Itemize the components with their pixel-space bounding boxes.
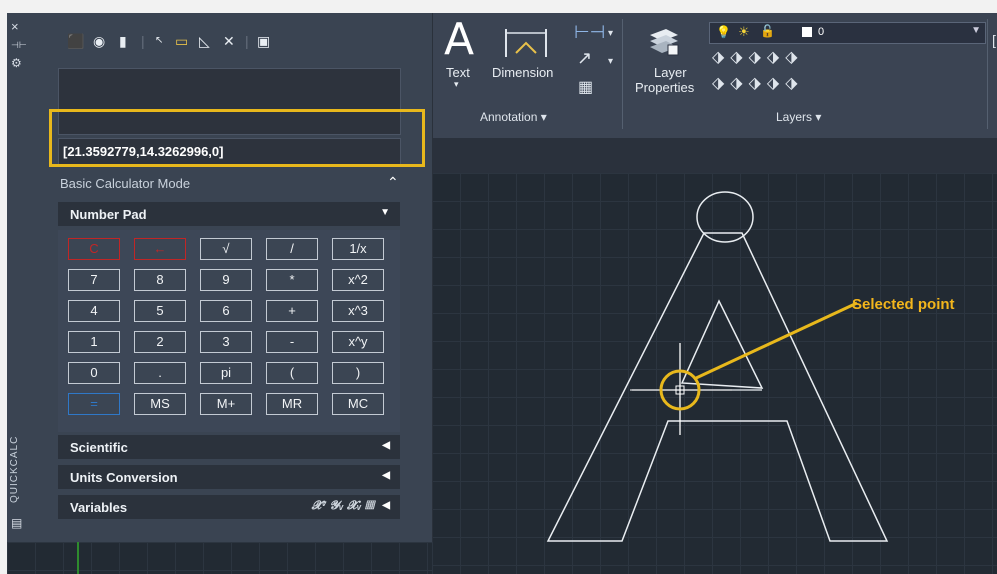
letter-a-drawing <box>546 191 889 542</box>
variables-section[interactable]: Variables 𝓧ᵛ 𝓨ᵥ 𝓧ᵥ ▦ ◀ <box>58 495 400 519</box>
layer-tools-row2-icons[interactable]: ⬗⬗⬗⬗⬗ <box>712 76 804 92</box>
history-icon[interactable]: ◉ <box>93 33 105 49</box>
key-button[interactable]: 4 <box>68 300 120 322</box>
layer-lock-icon: 🔓 <box>760 24 775 38</box>
key-button[interactable]: MR <box>266 393 318 415</box>
chevron-left-icon: ◀ <box>382 500 390 511</box>
toolbar-separator-2: | <box>245 33 249 49</box>
section-label: Units Conversion <box>70 470 178 485</box>
layer-properties-label-2[interactable]: Properties <box>635 80 694 95</box>
number-pad-label: Number Pad <box>70 207 147 222</box>
key-button[interactable]: C <box>68 238 120 260</box>
layer-value: 0 <box>818 26 825 38</box>
key-button[interactable]: MS <box>134 393 186 415</box>
palette-title: QUICKCALC <box>9 435 20 503</box>
chevron-left-icon: ◀ <box>382 470 390 481</box>
layer-tools-row1-icons[interactable]: ⬗⬗⬗⬗⬗ <box>712 50 804 66</box>
text-tool-label[interactable]: Text <box>446 65 470 80</box>
key-button[interactable]: 2 <box>134 331 186 353</box>
key-button[interactable]: MC <box>332 393 384 415</box>
layer-color-swatch <box>802 27 812 37</box>
key-button[interactable]: . <box>134 362 186 384</box>
calculator-icon[interactable]: ▤ <box>11 517 22 529</box>
layer-freeze-icon: ☀ <box>738 24 750 39</box>
toolbar-separator: | <box>141 33 145 49</box>
ribbon-separator-2 <box>987 19 988 129</box>
units-conversion-section[interactable]: Units Conversion ◀ <box>58 465 400 489</box>
key-button[interactable]: 6 <box>200 300 252 322</box>
key-button[interactable]: 8 <box>134 269 186 291</box>
key-button[interactable]: ) <box>332 362 384 384</box>
tab-strip <box>432 138 997 173</box>
key-button[interactable]: 0 <box>68 362 120 384</box>
key-button[interactable]: x^2 <box>332 269 384 291</box>
key-button[interactable]: 5 <box>134 300 186 322</box>
ribbon: A Text ▾ Dimension ⊢⊣ ▾ ↗ ▾ ▦ Layer Prop… <box>432 13 997 139</box>
chevron-left-icon: ◀ <box>382 440 390 451</box>
annotation-group-label[interactable]: Annotation ▾ <box>480 110 547 124</box>
linear-dropdown-icon[interactable]: ▾ <box>608 27 613 41</box>
calculator-mode-label: Basic Calculator Mode <box>60 176 191 191</box>
key-button[interactable]: = <box>68 393 120 415</box>
quickcalc-palette: ⬛ ◉ ▮ | ↖ ▭ ◺ ✕ | ▣ [21.3592779,14.32629… <box>27 13 433 542</box>
paste-icon[interactable]: ▮ <box>119 33 127 49</box>
drawing-canvas-bottom[interactable] <box>7 542 432 574</box>
key-button[interactable]: x^3 <box>332 300 384 322</box>
number-pad-header[interactable]: Number Pad ▼ <box>58 202 400 226</box>
layer-dropdown[interactable]: 💡 ☀ 🔓 0 ▼ <box>709 22 986 44</box>
selected-point-callout: Selected point <box>852 296 955 313</box>
layer-on-icon: 💡 <box>716 25 731 39</box>
key-button[interactable]: 1 <box>68 331 120 353</box>
key-button[interactable]: √ <box>200 238 252 260</box>
key-button[interactable]: 9 <box>200 269 252 291</box>
key-button[interactable]: ← <box>134 238 186 260</box>
get-coordinates-icon[interactable]: ↖ <box>155 33 163 49</box>
key-button[interactable]: pi <box>200 362 252 384</box>
text-dropdown-arrow[interactable]: ▾ <box>454 79 459 90</box>
key-button[interactable]: ( <box>266 362 318 384</box>
scientific-section[interactable]: Scientific ◀ <box>58 435 400 459</box>
y-axis-line <box>77 542 79 574</box>
distance-icon[interactable]: ▭ <box>175 33 188 49</box>
key-button[interactable]: 1/x <box>332 238 384 260</box>
help-icon[interactable]: ▣ <box>257 33 270 49</box>
layer-properties-label-1[interactable]: Layer <box>654 65 687 80</box>
next-group-icon[interactable]: [ <box>992 33 996 47</box>
angle-icon[interactable]: ◺ <box>199 33 210 49</box>
linear-dimension-icon[interactable]: ⊢⊣ <box>574 23 605 41</box>
chevron-down-icon: ▼ <box>380 207 390 218</box>
leader-dropdown-icon[interactable]: ▾ <box>608 55 613 69</box>
ribbon-separator <box>622 19 623 129</box>
dimension-tool-label[interactable]: Dimension <box>492 65 553 80</box>
input-highlight <box>49 109 425 167</box>
key-button[interactable]: 3 <box>200 331 252 353</box>
key-button[interactable]: x^y <box>332 331 384 353</box>
layer-properties-icon[interactable] <box>646 23 682 59</box>
text-tool-icon[interactable]: A <box>444 15 474 65</box>
clear-icon[interactable]: ⬛ <box>67 33 84 49</box>
section-label: Variables <box>70 500 128 515</box>
drawing-canvas[interactable] <box>432 173 997 574</box>
key-button[interactable]: + <box>266 300 318 322</box>
autohide-icon[interactable]: ⊣⊢ <box>11 39 27 51</box>
key-button[interactable]: M+ <box>200 393 252 415</box>
dimension-icon[interactable] <box>502 25 550 61</box>
settings-icon[interactable]: ⚙ <box>11 57 22 69</box>
leader-icon[interactable]: ↗ <box>577 49 592 67</box>
layers-group-label[interactable]: Layers ▾ <box>776 110 821 124</box>
palette-side-strip: × ⊣⊢ ⚙ QUICKCALC ▤ <box>7 13 27 542</box>
section-label: Scientific <box>70 440 128 455</box>
key-button[interactable]: / <box>266 238 318 260</box>
autocad-window: A Text ▾ Dimension ⊢⊣ ▾ ↗ ▾ ▦ Layer Prop… <box>7 13 997 574</box>
close-icon[interactable]: × <box>11 20 19 33</box>
variable-tools-icons[interactable]: 𝓧ᵛ 𝓨ᵥ 𝓧ᵥ ▦ <box>312 498 374 513</box>
intersection-icon[interactable]: ✕ <box>223 33 235 49</box>
key-button[interactable]: * <box>266 269 318 291</box>
key-button[interactable]: - <box>266 331 318 353</box>
collapse-icon[interactable]: ⌃ <box>387 174 399 191</box>
table-icon[interactable]: ▦ <box>578 80 593 96</box>
key-button[interactable]: 7 <box>68 269 120 291</box>
number-pad: C ← √ / 1/x 7 8 9 * x^2 4 5 6 + x^3 1 2 3- x^y 0. pi () = MS M+ M… <box>58 230 400 432</box>
chevron-down-icon: ▼ <box>971 25 981 36</box>
